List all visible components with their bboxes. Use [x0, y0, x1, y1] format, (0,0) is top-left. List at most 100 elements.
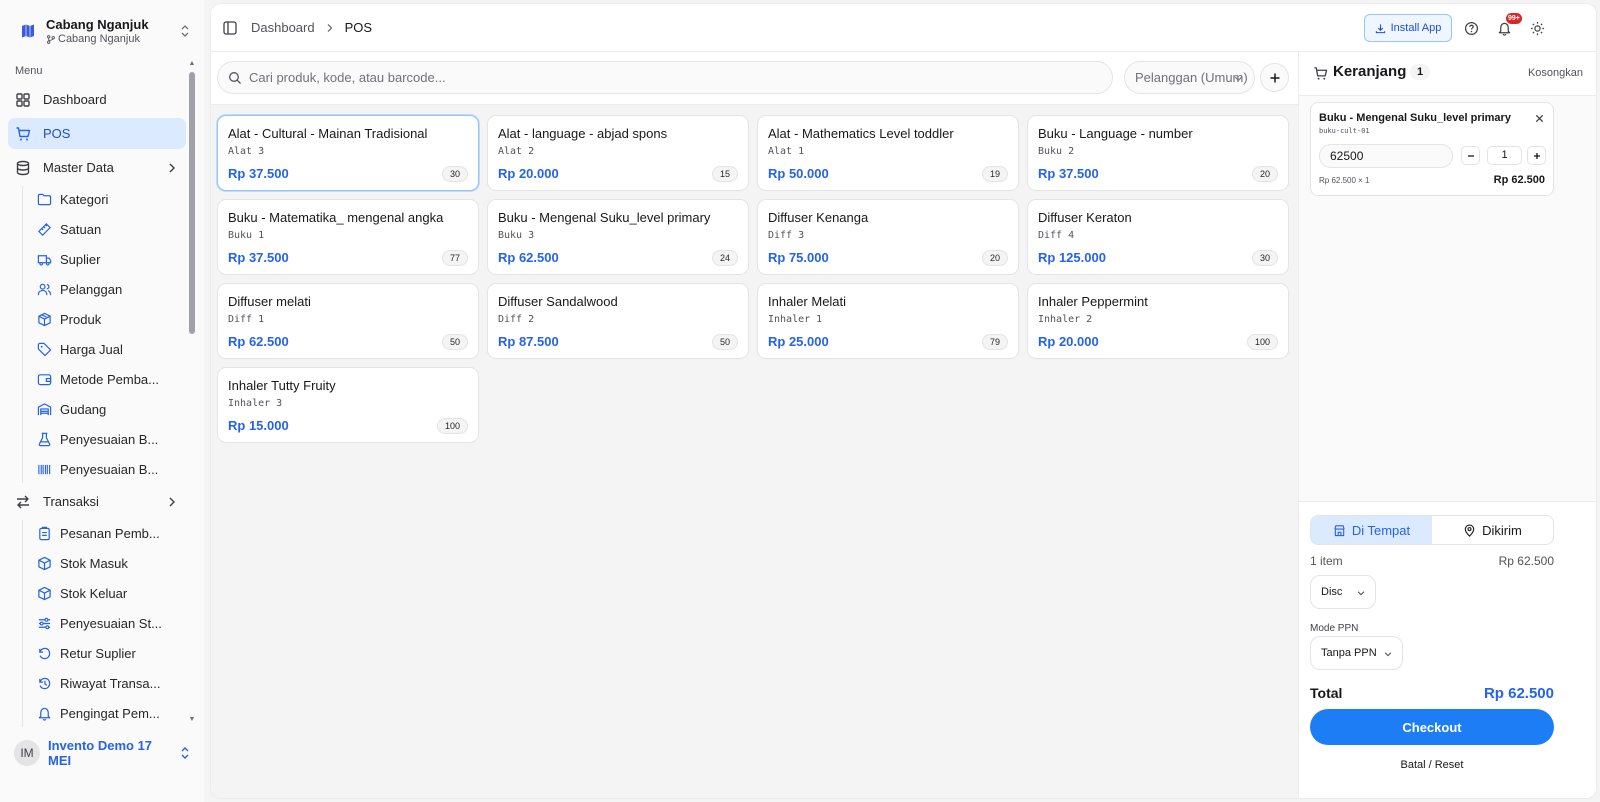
flask-icon [38, 432, 51, 447]
sidebar-item-transaksi[interactable]: Transaksi [8, 486, 186, 517]
product-name: Diffuser Sandalwood [498, 294, 618, 309]
cart-item-total: Rp 62.500 [1493, 174, 1545, 186]
stock-badge: 100 [436, 418, 468, 434]
main-panel: Dashboard POS Install App 99+ Pelanggan … [211, 4, 1596, 798]
sidebar-item-pos[interactable]: POS [8, 118, 186, 149]
product-card[interactable]: Buku - Matematika_ mengenal angka Buku 1 R… [217, 199, 479, 275]
product-grid: Alat - Cultural - Mainan Tradisional Alat… [217, 115, 1289, 443]
product-card[interactable]: Diffuser Kenanga Diff 3 Rp 75.000 20 [757, 199, 1019, 275]
product-code: Diff 1 [228, 314, 265, 325]
sidebar-item-penyesuaian-stok[interactable]: Penyesuaian St... [27, 610, 186, 637]
sidebar-item-produk[interactable]: Produk [27, 306, 186, 333]
breadcrumb-current: POS [344, 20, 373, 35]
sidebar-item-label: Produk [60, 312, 102, 327]
product-name: Buku - Mengenal Suku_level primary [498, 210, 711, 225]
ppn-mode-select[interactable]: Tanpa PPN [1310, 636, 1403, 670]
product-price: Rp 25.000 [768, 334, 829, 349]
sidebar-item-dashboard[interactable]: Dashboard [8, 84, 186, 115]
close-icon[interactable] [1534, 113, 1545, 124]
tab-label: Dikirim [1482, 522, 1522, 538]
sidebar-item-suplier[interactable]: Suplier [27, 246, 186, 273]
decrease-qty-button[interactable] [1461, 146, 1480, 165]
add-customer-button[interactable] [1260, 63, 1289, 92]
tab-dikirim[interactable]: Dikirim [1432, 516, 1553, 544]
product-price: Rp 20.000 [1038, 334, 1099, 349]
product-card[interactable]: Diffuser Sandalwood Diff 2 Rp 87.500 50 [487, 283, 749, 359]
sidebar-item-gudang[interactable]: Gudang [27, 396, 186, 423]
chevron-right-icon [327, 23, 333, 32]
branch-switcher[interactable]: Cabang Nganjuk Cabang Nganjuk [14, 12, 192, 50]
search-input[interactable] [249, 70, 1049, 85]
sun-icon[interactable] [1530, 21, 1545, 36]
stock-badge: 100 [1246, 334, 1278, 350]
product-card[interactable]: Alat - Cultural - Mainan Tradisional Alat… [217, 115, 479, 191]
product-price: Rp 125.000 [1038, 250, 1106, 265]
sidebar-item-pengingat-pembayaran[interactable]: Pengingat Pem... [27, 700, 186, 727]
stock-badge: 20 [1251, 166, 1278, 182]
ppn-mode-value: Tanpa PPN [1321, 647, 1377, 659]
users-icon [37, 283, 52, 296]
help-icon[interactable] [1464, 21, 1479, 36]
sidebar-item-penyesuaian-b-2[interactable]: Penyesuaian B... [27, 456, 186, 483]
product-price: Rp 87.500 [498, 334, 559, 349]
product-price: Rp 37.500 [228, 166, 289, 181]
product-card[interactable]: Alat - Mathematics Level toddler Alat 1 Rp… [757, 115, 1019, 191]
map-pin-icon [1464, 524, 1475, 537]
scroll-down-arrow-icon[interactable]: ▼ [188, 716, 196, 724]
chevrons-updown-icon [181, 25, 189, 37]
increase-qty-button[interactable] [1527, 146, 1546, 165]
sidebar-item-satuan[interactable]: Satuan [27, 216, 186, 243]
user-menu[interactable]: IM Invento Demo 17 MEI [14, 738, 192, 768]
product-card[interactable]: Diffuser Keraton Diff 4 Rp 125.000 30 [1027, 199, 1289, 275]
sidebar-item-kategori[interactable]: Kategori [27, 186, 186, 213]
product-card[interactable]: Diffuser melati Diff 1 Rp 62.500 50 [217, 283, 479, 359]
stock-badge: 30 [441, 166, 468, 182]
chevron-right-icon [169, 163, 175, 172]
product-code: Diff 3 [768, 230, 805, 241]
discount-select[interactable]: Disc [1310, 575, 1376, 609]
product-card[interactable]: Inhaler Peppermint Inhaler 2 Rp 20.000 100 [1027, 283, 1289, 359]
product-card[interactable]: Buku - Language - number Buku 2 Rp 37.500 2… [1027, 115, 1289, 191]
rotate-icon [39, 647, 51, 660]
sidebar-item-pelanggan[interactable]: Pelanggan [27, 276, 186, 303]
cancel-reset-button[interactable]: Batal / Reset [1310, 759, 1554, 771]
product-card[interactable]: Inhaler Melati Inhaler 1 Rp 25.000 79 [757, 283, 1019, 359]
clear-cart-button[interactable]: Kosongkan [1528, 67, 1583, 79]
product-search[interactable] [217, 61, 1113, 94]
sidebar-item-penyesuaian-b-1[interactable]: Penyesuaian B... [27, 426, 186, 453]
product-card[interactable]: Inhaler Tutty Fruity Inhaler 3 Rp 15.000 10… [217, 367, 479, 443]
sidebar-item-label: Suplier [60, 252, 101, 267]
sidebar-item-pesanan-pembelian[interactable]: Pesanan Pemb... [27, 520, 186, 547]
checkout-button[interactable]: Checkout [1310, 709, 1554, 745]
sidebar-item-riwayat-transaksi[interactable]: Riwayat Transa... [27, 670, 186, 697]
sidebar-item-metode-pembayaran[interactable]: Metode Pemba... [27, 366, 186, 393]
cart-item-price-input[interactable] [1319, 144, 1453, 168]
plus-icon [1270, 73, 1279, 82]
product-code: Buku 3 [498, 230, 535, 241]
breadcrumb-dashboard[interactable]: Dashboard [251, 20, 315, 35]
tab-di-tempat[interactable]: Di Tempat [1311, 516, 1432, 544]
discount-label: Disc [1321, 586, 1343, 598]
product-price: Rp 37.500 [1038, 166, 1099, 181]
items-total: Rp 62.500 [1498, 554, 1554, 568]
sidebar-item-stok-masuk[interactable]: Stok Masuk [27, 550, 186, 577]
items-summary: 1 item Rp 62.500 [1310, 554, 1554, 568]
sidebar-item-retur-suplier[interactable]: Retur Suplier [27, 640, 186, 667]
bell-icon [38, 707, 51, 721]
product-code: Diff 4 [1038, 230, 1075, 241]
product-card[interactable]: Alat - language - abjad spons Alat 2 Rp 20… [487, 115, 749, 191]
install-app-button[interactable]: Install App [1364, 14, 1452, 42]
scroll-up-arrow-icon[interactable]: ▲ [188, 60, 196, 68]
scrollbar-thumb[interactable] [189, 72, 195, 334]
sidebar-item-master-data[interactable]: Master Data [8, 152, 186, 183]
topbar: Dashboard POS Install App 99+ [211, 4, 1596, 52]
customer-select[interactable]: Pelanggan (Umum) [1124, 61, 1255, 94]
product-card[interactable]: Buku - Mengenal Suku_level primary Buku 3… [487, 199, 749, 275]
sidebar-item-stok-keluar[interactable]: Stok Keluar [27, 580, 186, 607]
sidebar-item-harga-jual[interactable]: Harga Jual [27, 336, 186, 363]
product-name: Diffuser Kenanga [768, 210, 869, 225]
cart-item-name: Buku - Mengenal Suku_level primary [1319, 112, 1511, 124]
sidebar-toggle-icon[interactable] [223, 21, 237, 35]
cart-item-qty[interactable]: 1 [1487, 146, 1522, 165]
sidebar-scrollbar[interactable]: ▲ ▼ [188, 60, 196, 724]
